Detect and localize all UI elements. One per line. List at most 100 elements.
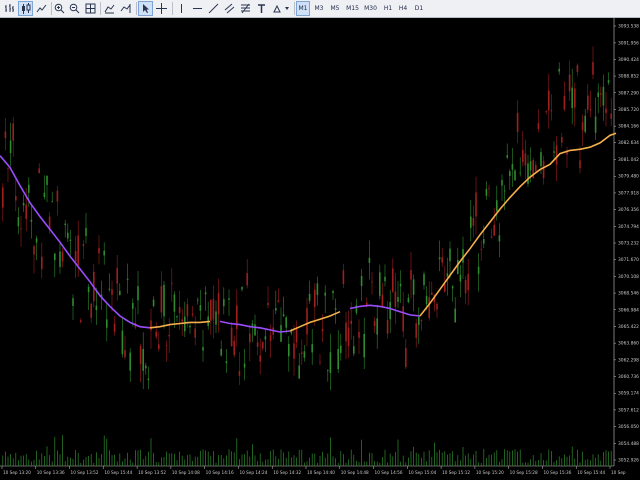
- chart-shift-icon[interactable]: [102, 1, 117, 16]
- candle-body: [259, 355, 261, 362]
- trendline-icon[interactable]: [206, 1, 221, 16]
- price-tick-label: 3076.356: [618, 207, 639, 213]
- candle-body: [610, 113, 612, 119]
- candle-body: [579, 160, 581, 169]
- candle-body: [308, 293, 311, 301]
- candle-body: [519, 172, 521, 174]
- shapes-dropdown-icon[interactable]: [270, 1, 292, 16]
- candle-body: [412, 279, 415, 295]
- candle-body: [529, 161, 532, 171]
- candle-body: [561, 137, 563, 143]
- candle-body: [173, 294, 176, 312]
- line-chart-icon[interactable]: [34, 1, 49, 16]
- candle-body: [600, 93, 602, 95]
- zoom-in-icon[interactable]: [52, 1, 67, 16]
- price-tick-label: 3054.488: [618, 441, 639, 447]
- time-tick-label: 10 Sep 14:32: [273, 470, 301, 475]
- candle-body: [345, 322, 347, 342]
- candle-body: [43, 192, 46, 198]
- tile-windows-icon[interactable]: [83, 1, 98, 16]
- candle-body: [301, 352, 303, 354]
- candle-body: [7, 168, 9, 170]
- price-axis: 3093.538 3091.956 3090.424 3088.852 3087.290…: [614, 24, 639, 464]
- candle-body: [306, 308, 308, 335]
- time-tick-label: 10 Sep 15:36: [543, 470, 571, 475]
- candle-body: [407, 297, 410, 303]
- candlestick-icon[interactable]: [18, 1, 33, 16]
- candle-body: [459, 274, 462, 282]
- time-tick-label: 10 Sep 15:28: [510, 470, 538, 475]
- candle-body: [2, 187, 4, 208]
- candle-body: [441, 257, 443, 263]
- candle-body: [269, 335, 272, 342]
- candle-body: [303, 351, 306, 358]
- price-tick-label: 3085.720: [618, 107, 639, 113]
- candle-body: [475, 192, 477, 217]
- zoom-out-icon[interactable]: [67, 1, 82, 16]
- candle-body: [576, 65, 579, 72]
- candle-body: [514, 170, 516, 181]
- candle-body: [423, 273, 425, 286]
- price-tick-label: 3073.232: [618, 241, 639, 247]
- candle-body: [418, 316, 420, 325]
- moving-average-line: [0, 133, 616, 332]
- candle-body: [342, 270, 345, 285]
- candle-body: [446, 273, 449, 277]
- candle-body: [415, 323, 417, 338]
- candle-body: [503, 190, 506, 192]
- candle-body: [584, 115, 586, 132]
- candle-body: [184, 316, 186, 332]
- price-tick-label: 3056.050: [618, 424, 639, 430]
- candle-body: [267, 302, 269, 306]
- fibonacci-icon[interactable]: [238, 1, 253, 16]
- candle-body: [399, 283, 402, 287]
- candle-body: [33, 246, 35, 255]
- price-chart[interactable]: 3093.538 3091.956 3090.424 3088.852 3087.290…: [0, 18, 640, 480]
- timeframe-m30[interactable]: M30: [362, 1, 379, 16]
- vertical-line-icon[interactable]: [174, 1, 189, 16]
- candle-body: [282, 314, 285, 317]
- candle-body: [171, 282, 173, 284]
- price-tick-label: 3068.546: [618, 291, 639, 297]
- horizontal-line-icon[interactable]: [190, 1, 205, 16]
- candle-body: [155, 331, 157, 337]
- crosshair-icon[interactable]: [154, 1, 169, 16]
- timeframe-m1[interactable]: M1: [296, 1, 310, 16]
- time-tick-label: 10 Sep 13:20: [3, 470, 31, 475]
- candle-body: [256, 342, 259, 347]
- channel-icon[interactable]: [222, 1, 237, 16]
- candle-body: [410, 270, 412, 280]
- candle-body: [477, 266, 480, 274]
- bar-chart-icon[interactable]: [2, 1, 17, 16]
- timeframe-m15[interactable]: M15: [344, 1, 361, 16]
- candle-body: [386, 320, 389, 334]
- price-tick-label: 3081.042: [618, 157, 639, 163]
- moving-average-segment: [349, 304, 421, 317]
- timeframe-h1[interactable]: H1: [381, 1, 395, 16]
- candle-body: [197, 299, 199, 301]
- candle-body: [298, 365, 300, 379]
- candle-body: [334, 308, 337, 310]
- timeframe-m5[interactable]: M5: [328, 1, 342, 16]
- candle-body: [485, 188, 488, 196]
- candle-body: [420, 320, 423, 322]
- candle-body: [353, 346, 355, 354]
- candle-body: [41, 256, 43, 270]
- candle-body: [402, 306, 404, 332]
- candle-body: [511, 164, 514, 170]
- autoscroll-icon[interactable]: [118, 1, 133, 16]
- candle-body: [368, 257, 371, 263]
- text-tool-icon[interactable]: [254, 1, 269, 16]
- candle-body: [230, 327, 233, 347]
- candle-body: [360, 275, 363, 287]
- cursor-icon[interactable]: [138, 1, 153, 16]
- moving-average-segment: [419, 132, 617, 317]
- candle-body: [488, 188, 490, 190]
- candle-body: [371, 281, 373, 283]
- candle-body: [324, 292, 326, 296]
- timeframe-d1[interactable]: D1: [412, 1, 426, 16]
- price-tick-label: 3082.634: [618, 140, 639, 146]
- timeframe-h4[interactable]: H4: [396, 1, 410, 16]
- timeframe-m3[interactable]: M3: [312, 1, 326, 16]
- candle-body: [436, 303, 438, 310]
